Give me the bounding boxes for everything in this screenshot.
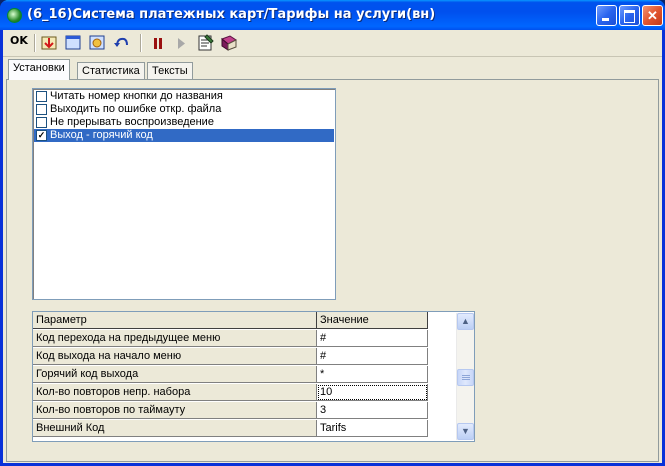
options-checklist[interactable]: Читать номер кнопки до названия Выходить… (32, 88, 336, 300)
tab-label: Установки (13, 62, 65, 74)
table-row-value[interactable]: Tarifs (317, 420, 428, 437)
table-row-param: Горячий код выхода (33, 366, 317, 383)
table-row-value[interactable]: * (317, 366, 428, 383)
ok-button[interactable]: OK (10, 34, 28, 47)
notes-icon (198, 34, 214, 51)
tab-settings[interactable]: Установки (8, 59, 70, 80)
window-title: (6_16)Система платежных карт/Тарифы на у… (27, 7, 436, 22)
undo-arrow-icon (114, 37, 128, 47)
main-window: (6_16)Система платежных карт/Тарифы на у… (0, 0, 665, 466)
pause-button[interactable] (151, 34, 165, 52)
minimize-icon (602, 18, 609, 21)
minimize-button[interactable] (596, 5, 617, 26)
scroll-down-button[interactable]: ▼ (457, 423, 474, 440)
toolbar-separator (140, 34, 142, 52)
parameters-grid: Параметр Значение Код перехода на предыд… (32, 311, 475, 442)
list-item[interactable]: ✓ Выход - горячий код (34, 129, 334, 142)
record-button[interactable] (89, 34, 105, 52)
table-row-value[interactable]: 3 (317, 402, 428, 419)
notes-button[interactable] (197, 34, 215, 52)
option-label: Выход - горячий код (50, 129, 153, 141)
title-bar[interactable]: (6_16)Система платежных карт/Тарифы на у… (0, 0, 665, 30)
table-row-value[interactable]: # (317, 330, 428, 347)
column-header-param[interactable]: Параметр (33, 312, 317, 329)
play-icon (178, 38, 185, 49)
pause-icon (154, 38, 162, 49)
tab-label: Статистика (82, 65, 140, 77)
toolbar-separator (34, 34, 36, 52)
close-button[interactable]: ✕ (642, 5, 663, 26)
window-icon (65, 35, 81, 50)
tab-texts[interactable]: Тексты (147, 62, 193, 79)
book-button[interactable] (220, 34, 238, 52)
list-item[interactable]: Не прерывать воспроизведение (34, 116, 334, 129)
grip-line (462, 379, 470, 380)
save-down-arrow-icon (41, 36, 57, 50)
maximize-icon (624, 10, 635, 23)
chevron-down-icon: ▼ (461, 426, 470, 436)
scroll-thumb[interactable] (457, 369, 474, 386)
table-row-param: Код выхода на начало меню (33, 348, 317, 365)
maximize-button[interactable] (619, 5, 640, 26)
play-button[interactable] (175, 34, 187, 52)
table-row-param: Код перехода на предыдущее меню (33, 330, 317, 347)
undo-button[interactable] (113, 34, 129, 52)
record-icon (89, 35, 105, 50)
checkbox[interactable] (36, 104, 47, 115)
option-label: Выходить по ошибке откр. файла (50, 103, 222, 115)
window-button[interactable] (65, 34, 81, 52)
book-icon (221, 35, 237, 51)
chevron-up-icon: ▲ (461, 316, 470, 326)
table-row-param: Кол-во повторов по таймауту (33, 402, 317, 419)
option-label: Не прерывать воспроизведение (50, 116, 214, 128)
close-icon: ✕ (647, 8, 658, 23)
app-icon (7, 8, 22, 23)
checkbox[interactable] (36, 91, 47, 102)
table-row-value[interactable]: # (317, 348, 428, 365)
list-item[interactable]: Выходить по ошибке откр. файла (34, 103, 334, 116)
table-row-param: Кол-во повторов непр. набора (33, 384, 317, 401)
checkbox[interactable]: ✓ (36, 130, 47, 141)
option-label: Читать номер кнопки до названия (50, 90, 223, 102)
scroll-up-button[interactable]: ▲ (457, 313, 474, 330)
table-row-param: Внешний Код (33, 420, 317, 437)
list-item[interactable]: Читать номер кнопки до названия (34, 90, 334, 103)
save-down-arrow-button[interactable] (41, 34, 57, 52)
checkbox[interactable] (36, 117, 47, 128)
tab-label: Тексты (152, 65, 188, 77)
tab-statistics[interactable]: Статистика (77, 62, 145, 79)
grip-line (462, 375, 470, 376)
tab-strip: Установки Статистика Тексты (3, 58, 662, 80)
table-row-value[interactable]: 10 (317, 384, 428, 401)
column-header-value[interactable]: Значение (317, 312, 428, 329)
vertical-scrollbar[interactable]: ▲ ▼ (456, 313, 474, 440)
grip-line (462, 377, 470, 378)
